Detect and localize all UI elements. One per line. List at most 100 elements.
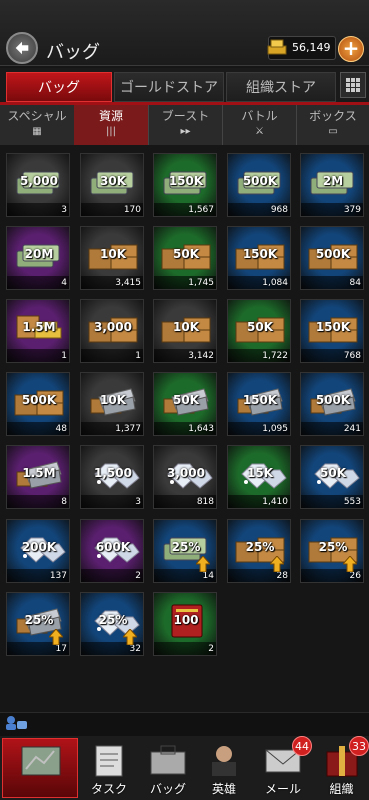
subtab-label: ボックス — [309, 109, 357, 123]
item-count: 1,745 — [188, 278, 214, 288]
item-count: 379 — [343, 205, 361, 215]
item-slot[interactable]: 100 2 — [153, 592, 217, 656]
item-slot[interactable]: 50K 1,745 — [153, 226, 217, 290]
item-slot[interactable]: 200K 137 — [6, 519, 70, 583]
notification-badge: 44 — [292, 736, 312, 756]
subtab-label: ブースト — [161, 109, 210, 123]
item-slot[interactable]: 10K 3,415 — [80, 226, 144, 290]
nav-bag[interactable]: バッグ — [140, 738, 196, 798]
item-amount: 10K — [100, 393, 126, 407]
item-count-bar — [7, 276, 69, 289]
chat-bar[interactable] — [0, 712, 369, 736]
boost-arrow-icon — [270, 556, 284, 572]
item-slot[interactable]: 50K 553 — [300, 445, 364, 509]
subtab-battle[interactable]: バトル ⚔ — [222, 105, 296, 145]
item-amount: 150K — [242, 247, 278, 261]
item-amount: 3,000 — [94, 320, 132, 334]
item-slot[interactable]: 25% 14 — [153, 519, 217, 583]
item-count: 28 — [276, 571, 288, 581]
subtab-resources[interactable]: 資源 ||| — [74, 105, 148, 145]
item-amount: 20M — [24, 247, 54, 261]
item-slot[interactable]: 50K 1,643 — [153, 372, 217, 436]
item-slot[interactable]: 1.5M 8 — [6, 445, 70, 509]
item-count: 1,084 — [262, 278, 288, 288]
notification-badge: 33 — [349, 736, 369, 756]
item-count: 1,410 — [262, 497, 288, 507]
grid-icon — [346, 78, 360, 92]
item-amount: 200K — [21, 540, 57, 554]
item-slot[interactable]: 25% 32 — [80, 592, 144, 656]
item-count: 968 — [270, 205, 288, 215]
item-amount: 2M — [322, 174, 344, 188]
item-slot[interactable]: 150K 1,567 — [153, 153, 217, 217]
item-count: 553 — [343, 497, 361, 507]
item-slot[interactable]: 3,000 818 — [153, 445, 217, 509]
item-count-bar — [81, 495, 143, 508]
item-amount: 25% — [24, 613, 54, 627]
item-count: 26 — [349, 571, 361, 581]
item-slot[interactable]: 5,000 3 — [6, 153, 70, 217]
item-amount: 500K — [242, 174, 278, 188]
nav-map[interactable] — [2, 738, 78, 798]
item-amount: 150K — [315, 320, 351, 334]
item-slot[interactable]: 150K 768 — [300, 299, 364, 363]
item-amount: 150K — [168, 174, 204, 188]
item-amount: 500K — [315, 393, 351, 407]
item-slot[interactable]: 10K 3,142 — [153, 299, 217, 363]
tab-gold-store[interactable]: ゴールドストア — [114, 72, 224, 102]
nav-hero[interactable]: 英雄 — [196, 738, 252, 798]
boost-arrow-icon — [123, 629, 137, 645]
back-button[interactable] — [6, 32, 38, 64]
item-slot[interactable]: 3,000 1 — [80, 299, 144, 363]
nav-organization[interactable]: 組織 33 — [314, 736, 369, 798]
item-count: 1,722 — [262, 351, 288, 361]
item-slot[interactable]: 25% 28 — [227, 519, 291, 583]
grid-view-button[interactable] — [340, 72, 366, 98]
item-slot[interactable]: 15K 1,410 — [227, 445, 291, 509]
gold-amount: 56,149 — [292, 41, 331, 54]
item-slot[interactable]: 500K 48 — [6, 372, 70, 436]
item-count: 4 — [61, 278, 67, 288]
item-count: 3 — [135, 497, 141, 507]
item-amount: 3,000 — [167, 466, 205, 480]
item-slot[interactable]: 25% 17 — [6, 592, 70, 656]
item-slot[interactable]: 50K 1,722 — [227, 299, 291, 363]
subtab-special[interactable]: スペシャル ▦ — [0, 105, 74, 145]
item-slot[interactable]: 600K 2 — [80, 519, 144, 583]
item-slot[interactable]: 500K 968 — [227, 153, 291, 217]
item-slot[interactable]: 30K 170 — [80, 153, 144, 217]
item-slot[interactable]: 150K 1,084 — [227, 226, 291, 290]
item-count-bar — [7, 203, 69, 216]
boost-arrow-icon — [343, 556, 357, 572]
item-amount: 25% — [245, 540, 275, 554]
item-slot[interactable]: 20M 4 — [6, 226, 70, 290]
item-amount: 25% — [171, 540, 201, 554]
item-count: 3,415 — [115, 278, 141, 288]
boost-arrow-icon — [196, 556, 210, 572]
item-slot[interactable]: 500K 84 — [300, 226, 364, 290]
item-amount: 30K — [100, 174, 126, 188]
add-gold-button[interactable]: + — [338, 36, 364, 62]
tab-organization-store[interactable]: 組織ストア — [226, 72, 336, 102]
item-slot[interactable]: 1,500 3 — [80, 445, 144, 509]
item-slot[interactable]: 1.5M 1 — [6, 299, 70, 363]
subtab-boost[interactable]: ブースト ▸▸ — [148, 105, 222, 145]
item-count: 1 — [61, 351, 67, 361]
item-count-bar — [7, 349, 69, 362]
subtab-box[interactable]: ボックス ▭ — [296, 105, 369, 145]
tab-bag[interactable]: バッグ — [6, 72, 112, 102]
nav-label: メール — [264, 782, 301, 796]
nav-task[interactable]: タスク — [80, 738, 138, 798]
item-amount: 50K — [173, 393, 199, 407]
item-slot[interactable]: 2M 379 — [300, 153, 364, 217]
item-amount: 500K — [21, 393, 57, 407]
chat-icon[interactable] — [4, 714, 28, 732]
item-slot[interactable]: 10K 1,377 — [80, 372, 144, 436]
item-amount: 1.5M — [22, 466, 56, 480]
item-slot[interactable]: 25% 26 — [300, 519, 364, 583]
main-tabs: バッグ ゴールドストア 組織ストア — [0, 68, 369, 102]
item-slot[interactable]: 500K 241 — [300, 372, 364, 436]
item-count-bar — [81, 569, 143, 582]
item-slot[interactable]: 150K 1,095 — [227, 372, 291, 436]
nav-mail[interactable]: メール 44 — [254, 736, 312, 798]
